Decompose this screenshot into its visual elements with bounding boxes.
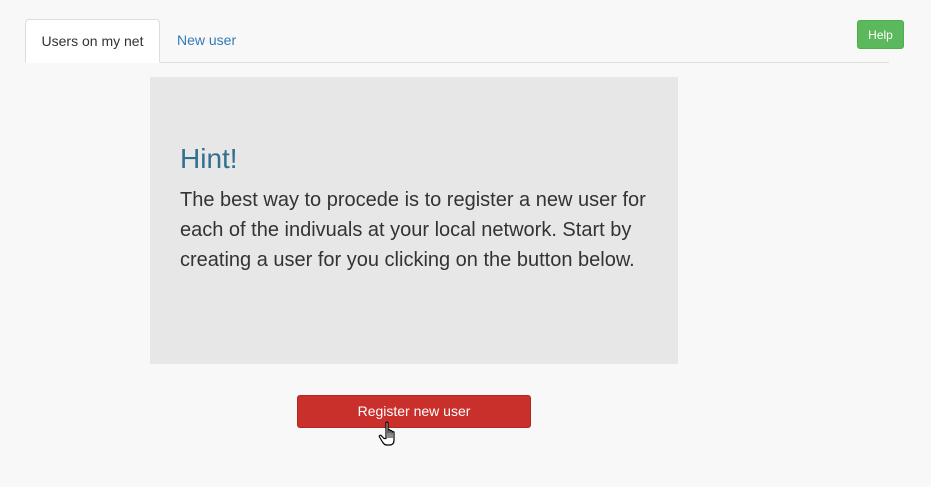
register-button-label: Register new user <box>357 403 471 419</box>
hint-panel: Hint! The best way to procede is to regi… <box>150 77 678 364</box>
help-button-label: Help <box>868 28 893 42</box>
help-button[interactable]: Help <box>857 20 904 49</box>
page: Users on my net New user Help Hint! The … <box>0 0 931 487</box>
tab-users-on-my-net[interactable]: Users on my net <box>25 19 160 63</box>
tab-new-user[interactable]: New user <box>177 19 236 61</box>
register-new-user-button[interactable]: Register new user <box>297 395 531 428</box>
hint-title: Hint! <box>180 143 238 174</box>
tab-label: New user <box>177 32 237 48</box>
hint-text: The best way to procede is to register a… <box>180 189 646 271</box>
tab-label: Users on my net <box>41 33 144 49</box>
tab-bar: Users on my net New user <box>25 19 889 63</box>
hand-pointer-icon <box>378 421 395 446</box>
